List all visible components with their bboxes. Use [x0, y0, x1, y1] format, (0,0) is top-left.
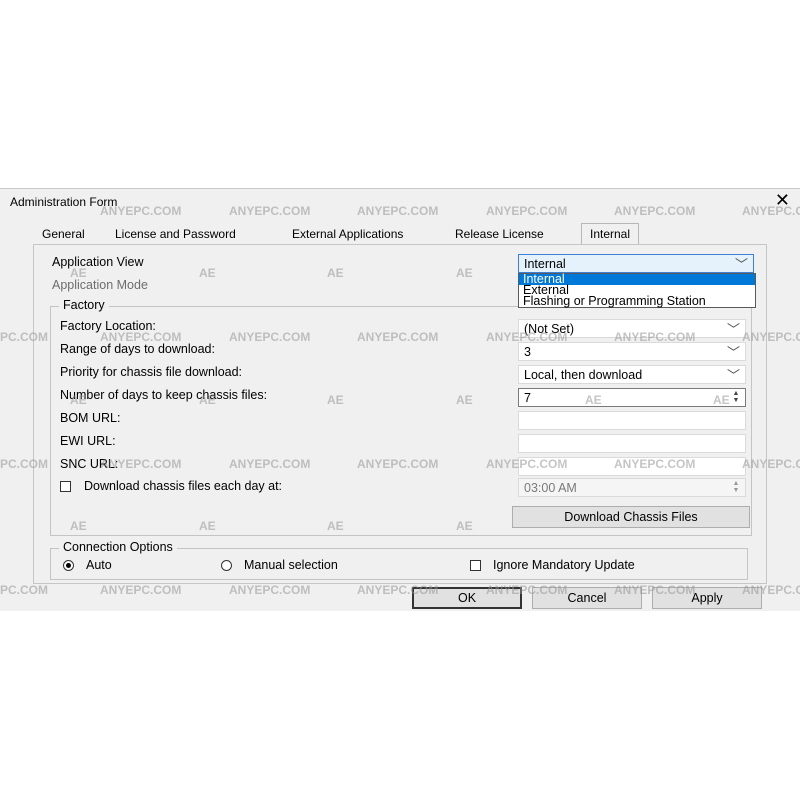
close-icon[interactable]: ✕ [775, 190, 790, 210]
application-view-value: Internal [524, 257, 566, 271]
download-chassis-files-button[interactable]: Download Chassis Files [512, 506, 750, 528]
chevron-down-icon: ﹀ [726, 368, 740, 383]
application-view-dropdown-list[interactable]: Internal External Flashing or Programmin… [518, 273, 756, 308]
ewi-url-input[interactable] [518, 434, 746, 453]
connection-options-group: Connection Options [50, 540, 748, 580]
spin-arrows-icon[interactable]: ▲ ▼ [730, 390, 742, 404]
ignore-mandatory-update-label: Ignore Mandatory Update [493, 558, 635, 572]
application-view-label: Application View [52, 255, 144, 269]
factory-location-label: Factory Location: [60, 319, 156, 333]
title-bar: Administration Form ✕ [0, 189, 800, 215]
window-title: Administration Form [10, 195, 118, 209]
chevron-down-icon: ﹀ [726, 322, 740, 337]
range-of-days-label: Range of days to download: [60, 342, 215, 356]
ewi-url-label: EWI URL: [60, 434, 116, 448]
bom-url-input[interactable] [518, 411, 746, 430]
spin-arrows-icon[interactable]: ▲ ▼ [730, 480, 742, 494]
application-mode-label: Application Mode [52, 278, 148, 292]
daily-download-time-picker[interactable]: 03:00 AM ▲ ▼ [518, 478, 746, 497]
tab-internal[interactable]: Internal [581, 223, 640, 244]
application-view-select[interactable]: Internal ﹀ [518, 254, 754, 273]
priority-select[interactable]: Local, then download ﹀ [518, 365, 746, 384]
tab-license-and-password[interactable]: License and Password [115, 227, 236, 241]
connection-options-title: Connection Options [59, 540, 177, 554]
range-of-days-select[interactable]: 3 ﹀ [518, 342, 746, 361]
daily-download-time-value: 03:00 AM [524, 481, 577, 495]
chevron-down-icon: ﹀ [734, 257, 748, 272]
auto-radio[interactable] [63, 560, 74, 571]
apply-button[interactable]: Apply [652, 587, 762, 609]
snc-url-label: SNC URL: [60, 457, 119, 471]
cancel-button[interactable]: Cancel [532, 587, 642, 609]
ok-button[interactable]: OK [412, 587, 522, 609]
priority-label: Priority for chassis file download: [60, 365, 243, 379]
snc-url-input[interactable] [518, 457, 746, 476]
factory-location-select[interactable]: (Not Set) ﹀ [518, 319, 746, 338]
bom-url-label: BOM URL: [60, 411, 121, 425]
administration-form-window: Administration Form ✕ General License an… [0, 188, 800, 611]
manual-selection-label: Manual selection [244, 558, 338, 572]
daily-download-label: Download chassis files each day at: [84, 479, 283, 493]
factory-location-value: (Not Set) [524, 322, 575, 336]
keep-days-label: Number of days to keep chassis files: [60, 388, 268, 402]
range-of-days-value: 3 [524, 345, 531, 359]
manual-selection-radio[interactable] [221, 560, 232, 571]
option-flashing-station[interactable]: Flashing or Programming Station [519, 295, 755, 308]
chevron-down-icon: ﹀ [726, 345, 740, 360]
keep-days-stepper[interactable]: 7 ▲ ▼ [518, 388, 746, 407]
keep-days-value: 7 [524, 391, 531, 405]
tab-general[interactable]: General [42, 227, 85, 241]
factory-group-title: Factory [59, 298, 109, 312]
priority-value: Local, then download [524, 368, 643, 382]
auto-label: Auto [86, 558, 112, 572]
daily-download-checkbox[interactable] [60, 481, 71, 492]
tab-external-applications[interactable]: External Applications [292, 227, 403, 241]
tab-release-license[interactable]: Release License [455, 227, 544, 241]
ignore-mandatory-update-checkbox[interactable] [470, 560, 481, 571]
